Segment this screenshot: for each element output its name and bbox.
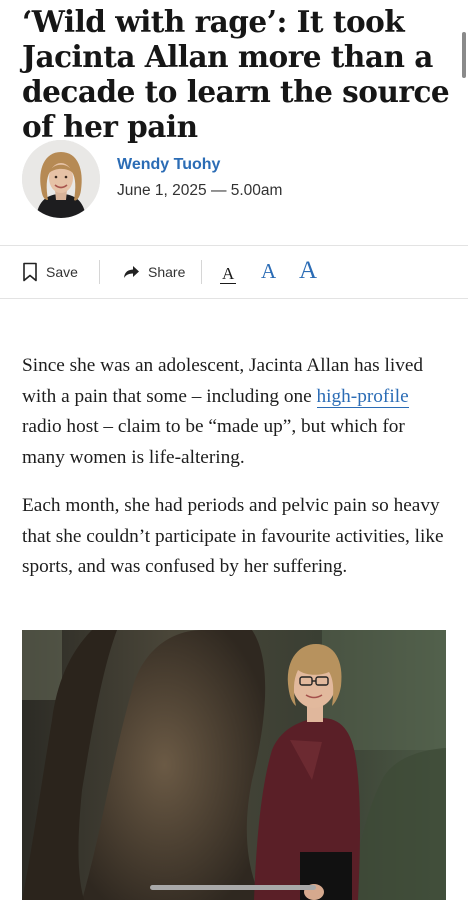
paragraph-text: radio host – claim to be “made up”, but …: [22, 416, 405, 468]
save-button[interactable]: Save: [22, 246, 78, 298]
bookmark-icon: [22, 262, 38, 282]
font-size-medium-button[interactable]: A: [261, 261, 276, 282]
share-arrow-icon: [123, 265, 140, 279]
article-toolbar: Save Share A A A: [0, 245, 468, 299]
publish-date: June 1, 2025 — 5.00am: [117, 182, 283, 199]
font-size-large-button[interactable]: A: [299, 258, 317, 283]
home-indicator[interactable]: [150, 885, 316, 890]
scroll-indicator[interactable]: [462, 32, 466, 78]
author-name[interactable]: Wendy Tuohy: [117, 156, 220, 174]
font-size-small-button[interactable]: A: [220, 265, 237, 284]
save-label: Save: [46, 264, 78, 280]
share-button[interactable]: Share: [123, 246, 185, 298]
author-avatar[interactable]: [22, 140, 100, 218]
article-headline: ‘Wild with rage’: It took Jacinta Allan …: [22, 4, 450, 144]
article-photo[interactable]: [22, 630, 446, 900]
byline: Wendy Tuohy June 1, 2025 — 5.00am: [22, 138, 442, 220]
article-paragraph: Each month, she had periods and pelvic p…: [22, 495, 444, 577]
inline-link-high-profile[interactable]: high-profile: [316, 385, 409, 408]
share-label: Share: [148, 264, 186, 280]
toolbar-divider: [201, 260, 202, 284]
article-paragraph: Since she was an adolescent, Jacinta All…: [22, 351, 450, 473]
toolbar-divider: [99, 260, 100, 284]
